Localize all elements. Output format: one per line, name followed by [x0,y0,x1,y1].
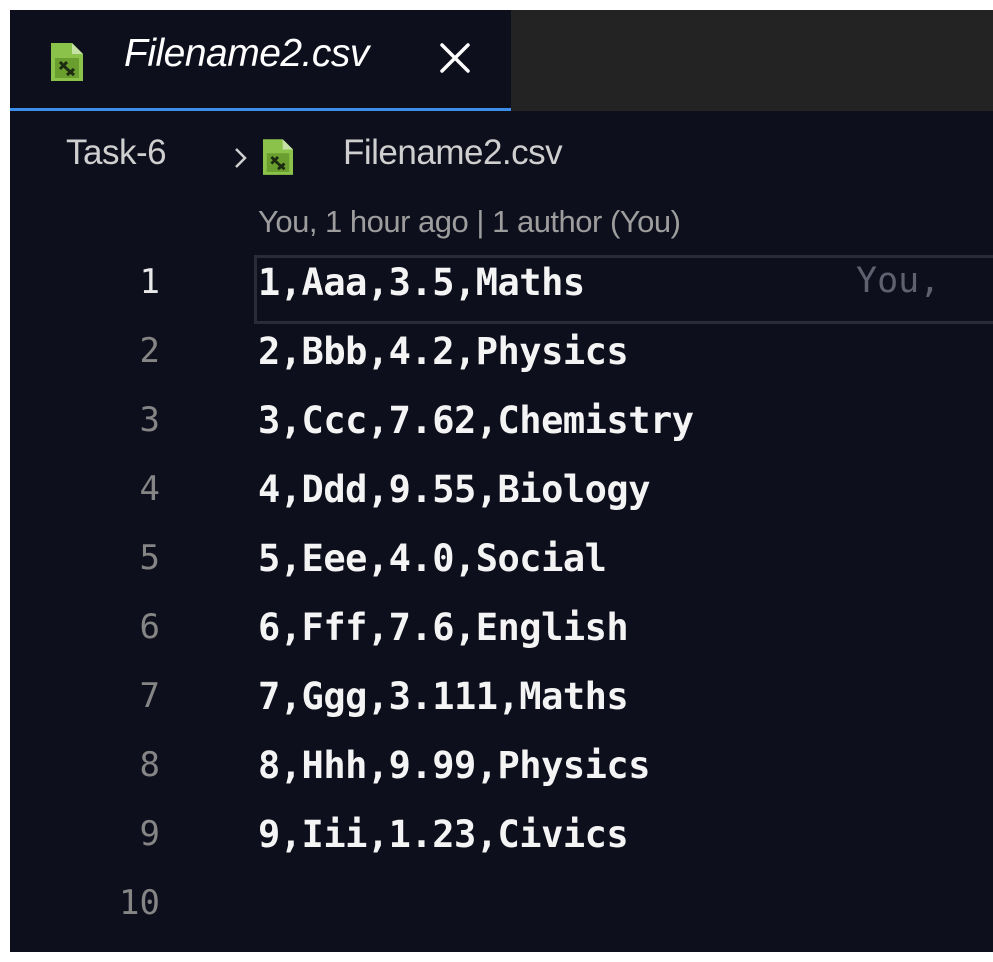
code-editor[interactable]: 1 1,Aaa,3.5,Maths You, 2 2,Bbb,4.2,Physi… [10,255,993,952]
line-text[interactable]: 1,Aaa,3.5,Maths [258,261,585,304]
inline-blame: You, [856,261,941,301]
csv-file-icon [51,43,83,86]
line-number: 9 [139,814,160,854]
csv-file-icon [263,139,293,180]
editor-line[interactable]: 10 [10,876,993,945]
editor-line[interactable]: 3 3,Ccc,7.62,Chemistry [10,393,993,462]
line-text[interactable]: 3,Ccc,7.62,Chemistry [258,399,694,442]
line-text[interactable]: 5,Eee,4.0,Social [258,537,607,580]
line-text[interactable]: 8,Hhh,9.99,Physics [258,744,650,787]
line-number: 10 [119,883,160,923]
tab-filename2-csv[interactable]: Filename2.csv [10,10,511,111]
line-text[interactable]: 2,Bbb,4.2,Physics [258,330,629,373]
codelens-author-time[interactable]: You, 1 hour ago [258,204,469,239]
line-number: 8 [139,745,160,785]
codelens-blame: You, 1 hour ago | 1 author (You) [258,204,681,240]
breadcrumb-file[interactable]: Filename2.csv [343,133,563,173]
line-number: 6 [139,607,160,647]
codelens-authors[interactable]: 1 author (You) [492,204,681,239]
editor-line[interactable]: 5 5,Eee,4.0,Social [10,531,993,600]
line-number: 4 [139,469,160,509]
line-number: 3 [139,400,160,440]
close-icon[interactable] [433,36,477,80]
breadcrumb-folder[interactable]: Task-6 [66,133,167,173]
editor-line[interactable]: 4 4,Ddd,9.55,Biology [10,462,993,531]
codelens-separator: | [476,204,484,239]
line-number: 1 [139,262,160,302]
chevron-right-icon [233,147,249,174]
editor-line[interactable]: 8 8,Hhh,9.99,Physics [10,738,993,807]
editor-line[interactable]: 2 2,Bbb,4.2,Physics [10,324,993,393]
line-number: 2 [139,331,160,371]
editor-window: Filename2.csv Task-6 Filename2.csv You, … [10,10,993,952]
line-number: 5 [139,538,160,578]
line-text[interactable]: 7,Ggg,3.111,Maths [258,675,629,718]
line-text[interactable]: 9,Iii,1.23,Civics [258,813,629,856]
line-text[interactable]: 4,Ddd,9.55,Biology [258,468,650,511]
tab-bar: Filename2.csv [10,10,993,111]
line-number: 7 [139,676,160,716]
tab-title: Filename2.csv [124,32,369,75]
editor-line[interactable]: 7 7,Ggg,3.111,Maths [10,669,993,738]
line-text[interactable]: 6,Fff,7.6,English [258,606,629,649]
editor-line[interactable]: 6 6,Fff,7.6,English [10,600,993,669]
breadcrumb: Task-6 Filename2.csv [10,111,993,199]
editor-line[interactable]: 9 9,Iii,1.23,Civics [10,807,993,876]
editor-line[interactable]: 1 1,Aaa,3.5,Maths You, [10,255,993,324]
